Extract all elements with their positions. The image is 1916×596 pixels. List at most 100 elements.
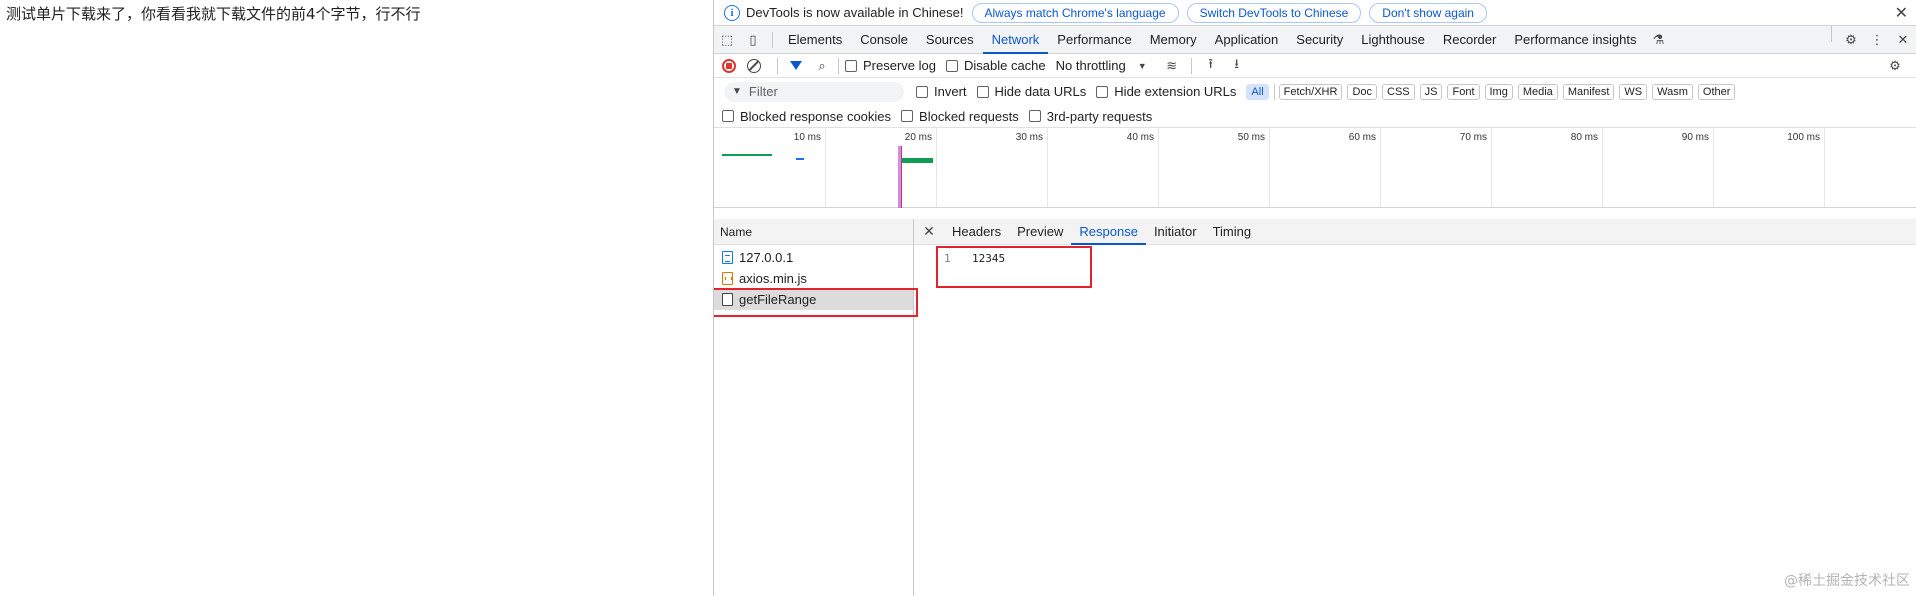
inspect-element-icon[interactable]: ⬚ — [714, 26, 740, 54]
watermark: @稀土掘金技术社区 — [1784, 573, 1910, 589]
network-conditions-icon[interactable]: ≋ — [1159, 52, 1185, 80]
type-filter-doc[interactable]: Doc — [1347, 83, 1378, 100]
third-party-requests-box[interactable] — [1028, 110, 1041, 122]
tabbar-right-actions: ⚙ ⋮ ✕ — [1825, 26, 1916, 54]
filter-input[interactable]: ▼ Filter — [724, 81, 904, 102]
type-filter-manifest[interactable]: Manifest — [1562, 83, 1615, 100]
timeline-bar-green-1 — [722, 154, 772, 156]
timeline-tick-label: 50 ms — [1237, 132, 1265, 143]
device-toolbar-icon[interactable]: ▯ — [740, 26, 766, 54]
settings-icon[interactable]: ⚙ — [1838, 26, 1864, 54]
export-har-icon[interactable]: ⭳ — [1224, 52, 1250, 80]
always-match-language-button[interactable]: Always match Chrome's language — [971, 2, 1179, 23]
tab-initiator[interactable]: Initiator — [1146, 219, 1205, 245]
clear-icon[interactable] — [747, 58, 761, 73]
tab-response[interactable]: Response — [1071, 219, 1146, 245]
hide-extension-urls-checkbox[interactable]: Hide extension URLs — [1096, 84, 1236, 99]
language-infobar: i DevTools is now available in Chinese! … — [714, 0, 1916, 26]
tab-performance-insights[interactable]: Performance insights — [1505, 26, 1645, 54]
timeline-gridline — [1380, 128, 1381, 207]
detail-close-icon[interactable]: ✕ — [914, 223, 944, 240]
request-row-axios[interactable]: axios.min.js — [714, 268, 913, 289]
timeline-gridline — [1269, 128, 1270, 207]
toolbar-divider-2 — [838, 57, 839, 74]
timeline-marker-red — [901, 146, 902, 208]
filter-bar-secondary: Blocked response cookies Blocked request… — [714, 105, 1916, 128]
tab-application[interactable]: Application — [1206, 26, 1288, 54]
tab-network[interactable]: Network — [982, 26, 1049, 54]
blocked-requests-label: Blocked requests — [919, 108, 1019, 124]
timeline-tick-label: 90 ms — [1681, 132, 1709, 143]
devtools-tabbar: ⬚ ▯ Elements Console Sources Network Per… — [714, 26, 1916, 54]
info-icon: i — [724, 4, 740, 21]
timeline-gridline — [936, 128, 937, 207]
type-filter-css[interactable]: CSS — [1382, 83, 1415, 100]
request-list-panel: Name 127.0.0.1 axios.min.js getFileRange — [714, 219, 914, 596]
blocked-response-cookies-box[interactable] — [722, 110, 734, 122]
infobar-close-icon[interactable]: ✕ — [1895, 3, 1908, 23]
timeline-tick-label: 30 ms — [1015, 132, 1043, 143]
third-party-requests-label: 3rd-party requests — [1046, 108, 1153, 124]
third-party-requests-checkbox[interactable]: 3rd-party requests — [1028, 108, 1153, 124]
type-filter-all[interactable]: All — [1246, 83, 1269, 100]
timeline-tick-label: 20 ms — [904, 132, 932, 143]
network-settings-icon[interactable]: ⚙ — [1882, 52, 1908, 80]
type-filter-ws[interactable]: WS — [1619, 83, 1648, 100]
network-overview-timeline[interactable]: 10 ms 20 ms 30 ms 40 ms 50 ms 60 ms 70 ms 80 ms… — [714, 128, 1916, 208]
timeline-bar-green-2 — [901, 158, 933, 163]
tab-console[interactable]: Console — [851, 26, 917, 54]
request-name: 127.0.0.1 — [739, 250, 794, 265]
timeline-tick-label: 70 ms — [1459, 132, 1487, 143]
search-icon[interactable]: ⌕ — [812, 52, 832, 80]
tab-memory[interactable]: Memory — [1141, 26, 1206, 54]
blocked-response-cookies-checkbox[interactable]: Blocked response cookies — [722, 109, 891, 124]
tab-timing[interactable]: Timing — [1205, 219, 1260, 245]
switch-to-chinese-button[interactable]: Switch DevTools to Chinese — [1186, 2, 1362, 23]
more-options-icon[interactable]: ⋮ — [1864, 26, 1890, 54]
infobar-message: DevTools is now available in Chinese! — [746, 5, 964, 20]
tab-preview[interactable]: Preview — [1009, 219, 1071, 245]
throttling-value: No throttling — [1055, 58, 1126, 73]
hide-extension-urls-box[interactable] — [1096, 85, 1109, 98]
import-har-icon[interactable]: ⭱ — [1198, 52, 1224, 80]
filter-funnel-icon[interactable] — [790, 61, 802, 70]
preserve-log-box[interactable] — [845, 59, 857, 72]
tab-elements[interactable]: Elements — [779, 26, 851, 54]
timeline-gridline — [1158, 128, 1159, 207]
hide-data-urls-box[interactable] — [976, 85, 989, 98]
disable-cache-box[interactable] — [945, 59, 958, 72]
request-row-127-0-0-1[interactable]: 127.0.0.1 — [714, 247, 913, 268]
dont-show-again-button[interactable]: Don't show again — [1369, 2, 1487, 23]
throttling-select[interactable]: No throttling ▼ — [1056, 58, 1147, 73]
tab-performance[interactable]: Performance — [1048, 26, 1140, 54]
type-filter-img[interactable]: Img — [1484, 83, 1513, 100]
request-name: axios.min.js — [739, 271, 807, 286]
tab-sources[interactable]: Sources — [917, 26, 983, 54]
network-toolbar: ⌕ Preserve log Disable cache No throttli… — [714, 54, 1916, 78]
record-stop-icon[interactable] — [722, 58, 736, 73]
hide-data-urls-checkbox[interactable]: Hide data URLs — [976, 84, 1086, 99]
type-filter-media[interactable]: Media — [1517, 83, 1558, 100]
disable-cache-label: Disable cache — [963, 58, 1046, 73]
type-filter-wasm[interactable]: Wasm — [1652, 83, 1693, 100]
blocked-requests-checkbox[interactable]: Blocked requests — [901, 109, 1019, 124]
invert-box[interactable] — [916, 85, 928, 98]
timeline-gridline — [825, 128, 826, 207]
preserve-log-checkbox[interactable]: Preserve log — [845, 58, 936, 73]
tab-lighthouse[interactable]: Lighthouse — [1352, 26, 1434, 54]
type-filter-other[interactable]: Other — [1697, 83, 1736, 100]
tab-headers[interactable]: Headers — [944, 219, 1009, 245]
tab-security[interactable]: Security — [1287, 26, 1352, 54]
blocked-requests-box[interactable] — [901, 110, 914, 122]
close-devtools-icon[interactable]: ✕ — [1890, 26, 1916, 54]
type-filter-fetch-xhr[interactable]: Fetch/XHR — [1278, 83, 1343, 100]
tab-recorder[interactable]: Recorder — [1434, 26, 1505, 54]
experiment-flask-icon: ⚗ — [1652, 31, 1665, 47]
tabbar-divider — [772, 31, 773, 48]
type-filter-js[interactable]: JS — [1419, 83, 1443, 100]
filter-placeholder: Filter — [748, 84, 778, 99]
name-column-header[interactable]: Name — [714, 219, 913, 245]
type-filter-font[interactable]: Font — [1447, 83, 1480, 100]
invert-checkbox[interactable]: Invert — [916, 84, 967, 99]
disable-cache-checkbox[interactable]: Disable cache — [945, 58, 1046, 73]
